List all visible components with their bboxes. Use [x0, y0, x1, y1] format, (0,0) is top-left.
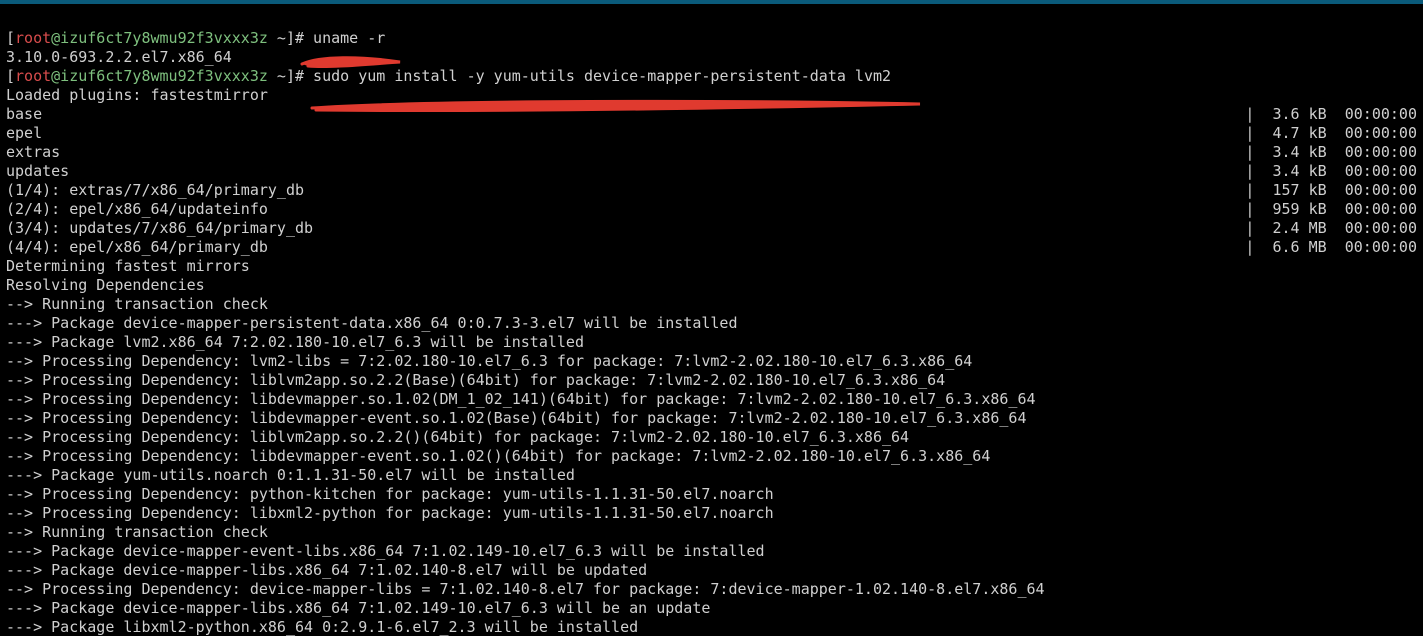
- prompt-host: @izuf6ct7y8wmu92f3vxxx3z: [51, 67, 268, 85]
- repo-size-eta: | 3.4 kB 00:00:00: [1245, 143, 1417, 162]
- output-line: --> Processing Dependency: lvm2-libs = 7…: [6, 352, 1417, 371]
- bracket-open: [: [6, 29, 15, 47]
- prompt-user: root: [15, 29, 51, 47]
- prompt-user: root: [15, 67, 51, 85]
- output-line: --> Processing Dependency: device-mapper…: [6, 580, 1417, 599]
- download-name: (4/4): epel/x86_64/primary_db: [6, 238, 268, 257]
- repo-row: epel | 4.7 kB 00:00:00: [6, 124, 1417, 143]
- download-row: (1/4): extras/7/x86_64/primary_db | 157 k…: [6, 181, 1417, 200]
- bracket-close: ]#: [286, 29, 304, 47]
- output-line: --> Processing Dependency: liblvm2app.so…: [6, 428, 1417, 447]
- output-line: --> Processing Dependency: python-kitche…: [6, 485, 1417, 504]
- download-name: (3/4): updates/7/x86_64/primary_db: [6, 219, 313, 238]
- download-size-eta: | 2.4 MB 00:00:00: [1245, 219, 1417, 238]
- download-name: (1/4): extras/7/x86_64/primary_db: [6, 181, 304, 200]
- shell-prompt: [root@izuf6ct7y8wmu92f3vxxx3z ~]#: [6, 67, 304, 85]
- prompt-host: @izuf6ct7y8wmu92f3vxxx3z: [51, 29, 268, 47]
- repo-name: base: [6, 105, 42, 124]
- annotation-underline-uname: [300, 12, 410, 110]
- repo-name: extras: [6, 143, 60, 162]
- prompt-cwd: ~: [268, 67, 286, 85]
- download-size-eta: | 959 kB 00:00:00: [1245, 200, 1417, 219]
- repo-row: extras | 3.4 kB 00:00:00: [6, 143, 1417, 162]
- output-line: ---> Package lvm2.x86_64 7:2.02.180-10.e…: [6, 333, 1417, 352]
- download-row: (4/4): epel/x86_64/primary_db | 6.6 MB 00…: [6, 238, 1417, 257]
- output-line: ---> Package device-mapper-libs.x86_64 7…: [6, 561, 1417, 580]
- download-name: (2/4): epel/x86_64/updateinfo: [6, 200, 268, 219]
- output-line: Resolving Dependencies: [6, 276, 1417, 295]
- output-line: ---> Package device-mapper-libs.x86_64 7…: [6, 599, 1417, 618]
- output-line: --> Running transaction check: [6, 523, 1417, 542]
- yum-plugins-line: Loaded plugins: fastestmirror: [6, 86, 268, 104]
- output-line: ---> Package device-mapper-persistent-da…: [6, 314, 1417, 333]
- shell-prompt: [root@izuf6ct7y8wmu92f3vxxx3z ~]#: [6, 29, 304, 47]
- download-size-eta: | 157 kB 00:00:00: [1245, 181, 1417, 200]
- repo-size-eta: | 3.6 kB 00:00:00: [1245, 105, 1417, 124]
- output-line: --> Processing Dependency: libdevmapper.…: [6, 390, 1417, 409]
- output-line: ---> Package device-mapper-event-libs.x8…: [6, 542, 1417, 561]
- uname-output: 3.10.0-693.2.2.el7.x86_64: [6, 48, 232, 66]
- output-line: --> Running transaction check: [6, 295, 1417, 314]
- repo-name: epel: [6, 124, 42, 143]
- prompt-cwd: ~: [268, 29, 286, 47]
- download-row: (2/4): epel/x86_64/updateinfo | 959 kB 00…: [6, 200, 1417, 219]
- repo-row: updates | 3.4 kB 00:00:00: [6, 162, 1417, 181]
- output-line: Determining fastest mirrors: [6, 257, 1417, 276]
- output-line: --> Processing Dependency: libxml2-pytho…: [6, 504, 1417, 523]
- repo-name: updates: [6, 162, 69, 181]
- download-row: (3/4): updates/7/x86_64/primary_db | 2.4 …: [6, 219, 1417, 238]
- download-size-eta: | 6.6 MB 00:00:00: [1245, 238, 1417, 257]
- command-yum-install: sudo yum install -y yum-utils device-map…: [304, 67, 891, 85]
- repo-size-eta: | 3.4 kB 00:00:00: [1245, 162, 1417, 181]
- output-line: --> Processing Dependency: liblvm2app.so…: [6, 371, 1417, 390]
- output-line: ---> Package yum-utils.noarch 0:1.1.31-5…: [6, 466, 1417, 485]
- repo-size-eta: | 4.7 kB 00:00:00: [1245, 124, 1417, 143]
- command-uname: uname -r: [304, 29, 385, 47]
- terminal-output[interactable]: [root@izuf6ct7y8wmu92f3vxxx3z ~]# uname …: [0, 4, 1423, 636]
- repo-row: base | 3.6 kB 00:00:00: [6, 105, 1417, 124]
- bracket-open: [: [6, 67, 15, 85]
- bracket-close: ]#: [286, 67, 304, 85]
- output-line: --> Processing Dependency: libdevmapper-…: [6, 409, 1417, 428]
- output-line: ---> Package libxml2-python.x86_64 0:2.9…: [6, 618, 1417, 636]
- output-line: --> Processing Dependency: libdevmapper-…: [6, 447, 1417, 466]
